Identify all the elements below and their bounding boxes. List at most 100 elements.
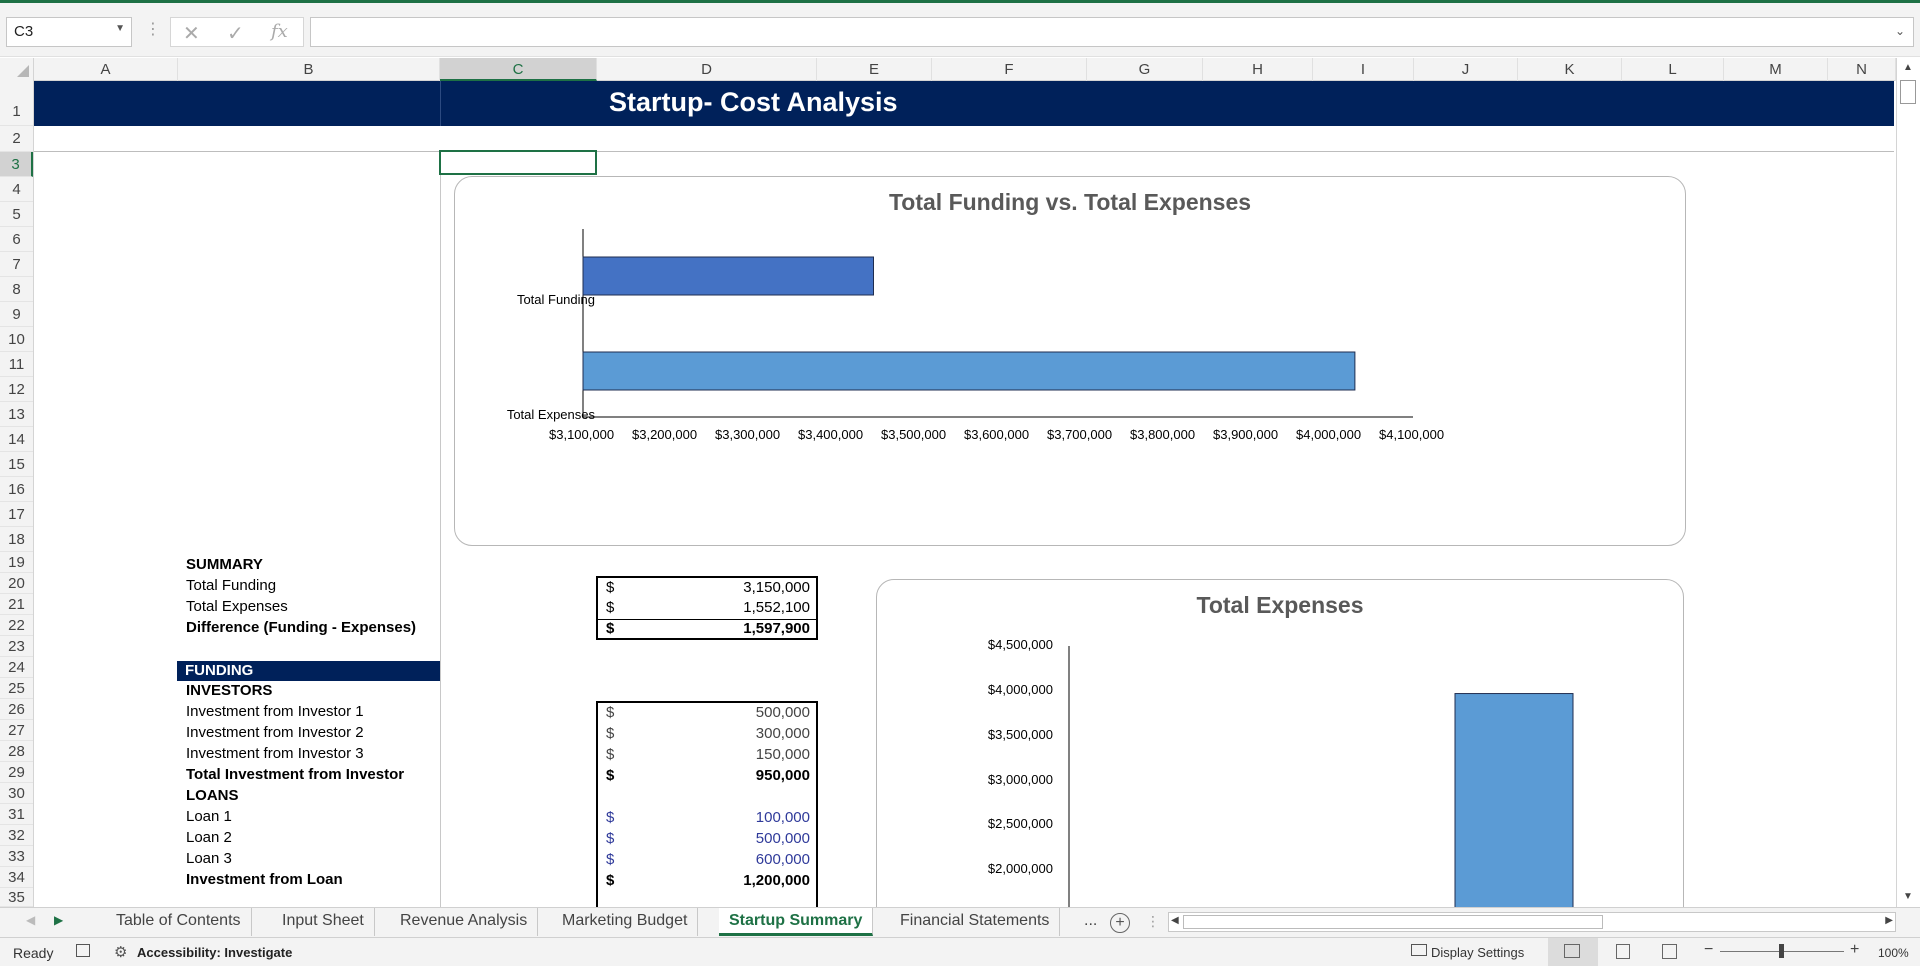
- page-layout-icon[interactable]: [1616, 944, 1630, 959]
- tab-marketing-budget[interactable]: Marketing Budget: [552, 908, 699, 936]
- row-header[interactable]: 16: [0, 477, 33, 502]
- column-header-e[interactable]: E: [817, 58, 932, 81]
- macro-record-icon[interactable]: [76, 944, 90, 957]
- zoom-out-icon[interactable]: −: [1704, 941, 1713, 959]
- row-header[interactable]: 26: [0, 699, 33, 720]
- row-header[interactable]: 8: [0, 277, 33, 302]
- row-header[interactable]: 13: [0, 402, 33, 427]
- row-header[interactable]: 24: [0, 657, 33, 678]
- horizontal-scrollbar[interactable]: ◀ ▶: [1168, 912, 1896, 932]
- more-options-icon[interactable]: ⋮: [145, 19, 161, 39]
- row-header[interactable]: 29: [0, 762, 33, 783]
- total-expenses-value[interactable]: 1,552,100: [743, 599, 810, 616]
- row-header[interactable]: 12: [0, 377, 33, 402]
- investor-total-value[interactable]: 950,000: [756, 767, 810, 784]
- row-header[interactable]: 1: [0, 81, 33, 126]
- row-header[interactable]: 23: [0, 636, 33, 657]
- row-header[interactable]: 27: [0, 720, 33, 741]
- row-header[interactable]: 3: [0, 152, 33, 177]
- scroll-thumb[interactable]: [1183, 915, 1603, 929]
- tab-input-sheet[interactable]: Input Sheet: [272, 908, 375, 936]
- select-all-corner[interactable]: [0, 58, 34, 81]
- vertical-scrollbar[interactable]: ▲ ▼: [1896, 58, 1920, 907]
- column-header-a[interactable]: A: [34, 58, 178, 81]
- row-header[interactable]: 28: [0, 741, 33, 762]
- column-header-f[interactable]: F: [932, 58, 1087, 81]
- row-header[interactable]: 34: [0, 867, 33, 888]
- x-icon[interactable]: ✕: [183, 21, 200, 45]
- tab-revenue-analysis[interactable]: Revenue Analysis: [390, 908, 539, 936]
- total-expenses-chart[interactable]: Total Expenses $4,500,000 $4,000,000 $3,50…: [876, 579, 1684, 907]
- worksheet-grid[interactable]: Startup- Cost Analysis SUMMARY Total Fun…: [34, 81, 1894, 907]
- display-settings-icon[interactable]: [1411, 944, 1427, 956]
- row-header[interactable]: 10: [0, 327, 33, 352]
- row-header[interactable]: 17: [0, 502, 33, 527]
- row-header[interactable]: 21: [0, 594, 33, 615]
- tab-split-handle-icon[interactable]: ⋮: [1146, 913, 1160, 930]
- tab-financial-statements[interactable]: Financial Statements: [890, 908, 1061, 936]
- loan-3-value[interactable]: 600,000: [756, 851, 810, 868]
- column-header-h[interactable]: H: [1203, 58, 1313, 81]
- tab-table-of-contents[interactable]: Table of Contents: [106, 908, 252, 936]
- row-header[interactable]: 30: [0, 783, 33, 804]
- zoom-slider-thumb[interactable]: [1779, 944, 1784, 958]
- total-funding-value[interactable]: 3,150,000: [743, 579, 810, 596]
- column-header-c[interactable]: C: [440, 58, 597, 81]
- row-header[interactable]: 5: [0, 202, 33, 227]
- loan-2-value[interactable]: 500,000: [756, 830, 810, 847]
- column-header-n[interactable]: N: [1828, 58, 1896, 81]
- investor-3-value[interactable]: 150,000: [756, 746, 810, 763]
- formula-input[interactable]: ⌄: [310, 17, 1914, 47]
- scroll-right-icon[interactable]: ▶: [1885, 915, 1893, 926]
- row-header[interactable]: 25: [0, 678, 33, 699]
- row-header[interactable]: 22: [0, 615, 33, 636]
- display-settings[interactable]: Display Settings: [1431, 945, 1524, 960]
- row-header[interactable]: 4: [0, 177, 33, 202]
- name-box[interactable]: C3 ▼: [6, 17, 132, 47]
- difference-value[interactable]: 1,597,900: [743, 620, 810, 637]
- row-header[interactable]: 15: [0, 452, 33, 477]
- scroll-thumb[interactable]: [1900, 80, 1916, 104]
- scroll-left-icon[interactable]: ◀: [1171, 915, 1179, 926]
- row-header[interactable]: 2: [0, 126, 33, 152]
- column-header-b[interactable]: B: [178, 58, 440, 81]
- column-header-d[interactable]: D: [597, 58, 817, 81]
- row-header[interactable]: 7: [0, 252, 33, 277]
- funding-vs-expenses-chart[interactable]: Total Funding vs. Total Expenses Total F…: [454, 176, 1686, 546]
- zoom-level[interactable]: 100%: [1878, 946, 1909, 960]
- expand-formula-icon[interactable]: ⌄: [1895, 24, 1905, 38]
- investor-2-value[interactable]: 300,000: [756, 725, 810, 742]
- fx-icon[interactable]: fx: [271, 21, 288, 42]
- row-header[interactable]: 31: [0, 804, 33, 825]
- tab-startup-summary[interactable]: Startup Summary: [719, 908, 874, 936]
- column-header-j[interactable]: J: [1414, 58, 1518, 81]
- previous-sheet-icon[interactable]: ◀: [26, 913, 35, 927]
- investor-1-value[interactable]: 500,000: [756, 704, 810, 721]
- column-header-i[interactable]: I: [1313, 58, 1414, 81]
- scroll-down-icon[interactable]: ▼: [1903, 891, 1913, 902]
- row-header[interactable]: 35: [0, 888, 33, 907]
- row-header[interactable]: 19: [0, 552, 33, 573]
- row-header[interactable]: 11: [0, 352, 33, 377]
- next-sheet-icon[interactable]: ▶: [54, 913, 63, 927]
- zoom-in-icon[interactable]: +: [1850, 941, 1859, 959]
- scroll-up-icon[interactable]: ▲: [1903, 62, 1913, 73]
- row-header[interactable]: 14: [0, 427, 33, 452]
- selected-cell-c3[interactable]: [439, 150, 597, 175]
- column-header-g[interactable]: G: [1087, 58, 1203, 81]
- column-header-m[interactable]: M: [1724, 58, 1828, 81]
- row-header[interactable]: 20: [0, 573, 33, 594]
- page-break-icon[interactable]: [1662, 944, 1677, 959]
- loan-1-value[interactable]: 100,000: [756, 809, 810, 826]
- loan-total-value[interactable]: 1,200,000: [743, 872, 810, 889]
- row-header[interactable]: 33: [0, 846, 33, 867]
- more-sheets[interactable]: ...: [1084, 912, 1097, 930]
- row-header[interactable]: 32: [0, 825, 33, 846]
- row-header[interactable]: 9: [0, 302, 33, 327]
- row-header[interactable]: 6: [0, 227, 33, 252]
- column-header-k[interactable]: K: [1518, 58, 1622, 81]
- row-header[interactable]: 18: [0, 527, 33, 552]
- column-header-l[interactable]: L: [1622, 58, 1724, 81]
- check-icon[interactable]: ✓: [227, 21, 244, 45]
- add-sheet-icon[interactable]: +: [1110, 913, 1130, 933]
